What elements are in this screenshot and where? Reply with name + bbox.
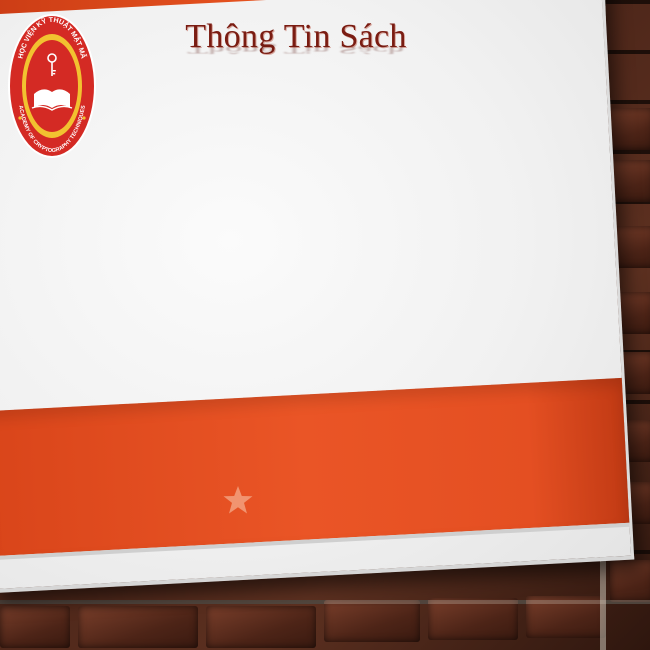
open-book-icon xyxy=(31,89,73,111)
bottom-accent-band xyxy=(0,377,630,557)
star-icon xyxy=(223,486,253,514)
academy-logo: HỌC VIỆN KỸ THUẬT MẬT MÃ ACADEMY OF CRYP… xyxy=(8,14,96,158)
